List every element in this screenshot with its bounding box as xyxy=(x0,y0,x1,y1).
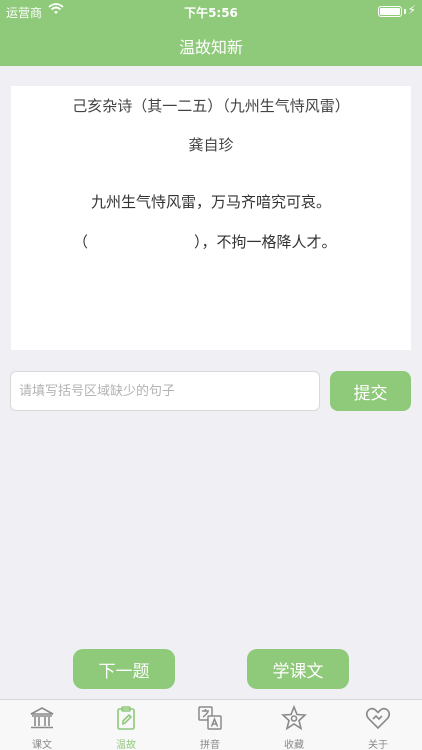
heart-hands-icon xyxy=(365,707,391,730)
submit-button[interactable]: 提交 xyxy=(330,371,411,411)
temple-icon xyxy=(30,707,54,729)
translate-icon xyxy=(198,706,222,730)
tab-label: 拼音 xyxy=(200,740,220,750)
tab-bar: 课文 温故 拼音 收藏 关于 xyxy=(0,699,422,750)
tab-label: 温故 xyxy=(116,740,136,750)
poem-card: 己亥杂诗（其一二五）（九州生气恃风雷） 龚自珍 九州生气恃风雷，万马齐喑究可哀。… xyxy=(11,86,411,350)
tab-label: 课文 xyxy=(32,740,52,750)
tab-pinyin[interactable]: 拼音 xyxy=(168,700,252,750)
answer-input[interactable] xyxy=(10,371,320,411)
tab-about[interactable]: 关于 xyxy=(336,700,420,750)
tab-label: 收藏 xyxy=(284,740,304,750)
learn-text-button[interactable]: 学课文 xyxy=(247,649,349,689)
tab-review[interactable]: 温故 xyxy=(84,700,168,750)
blank-open-paren: （ xyxy=(73,233,89,251)
tab-label: 关于 xyxy=(368,740,388,750)
poem-line-2-rest: ），不拘一格降人才。 xyxy=(194,233,337,251)
tab-lessons[interactable]: 课文 xyxy=(0,700,84,750)
next-question-button[interactable]: 下一题 xyxy=(73,649,175,689)
status-bar: 运营商 下午5:56 ⚡ xyxy=(0,0,422,22)
charging-icon: ⚡ xyxy=(407,3,416,17)
page-title: 温故知新 xyxy=(178,38,243,57)
tab-favorites[interactable]: 收藏 xyxy=(252,700,336,750)
poem-line-2: （ ），不拘一格降人才。 xyxy=(73,231,337,252)
poem-author: 龚自珍 xyxy=(188,136,234,154)
notepad-icon xyxy=(117,706,135,730)
battery-icon xyxy=(378,6,402,17)
poem-title: 己亥杂诗（其一二五）（九州生气恃风雷） xyxy=(72,97,350,115)
top-bar: 运营商 下午5:56 ⚡ 温故知新 xyxy=(0,0,422,66)
status-time: 下午5:56 xyxy=(184,6,238,20)
battery-tip xyxy=(404,9,406,14)
star-icon xyxy=(281,705,307,731)
poem-line-1: 九州生气恃风雷，万马齐喑究可哀。 xyxy=(90,193,331,211)
